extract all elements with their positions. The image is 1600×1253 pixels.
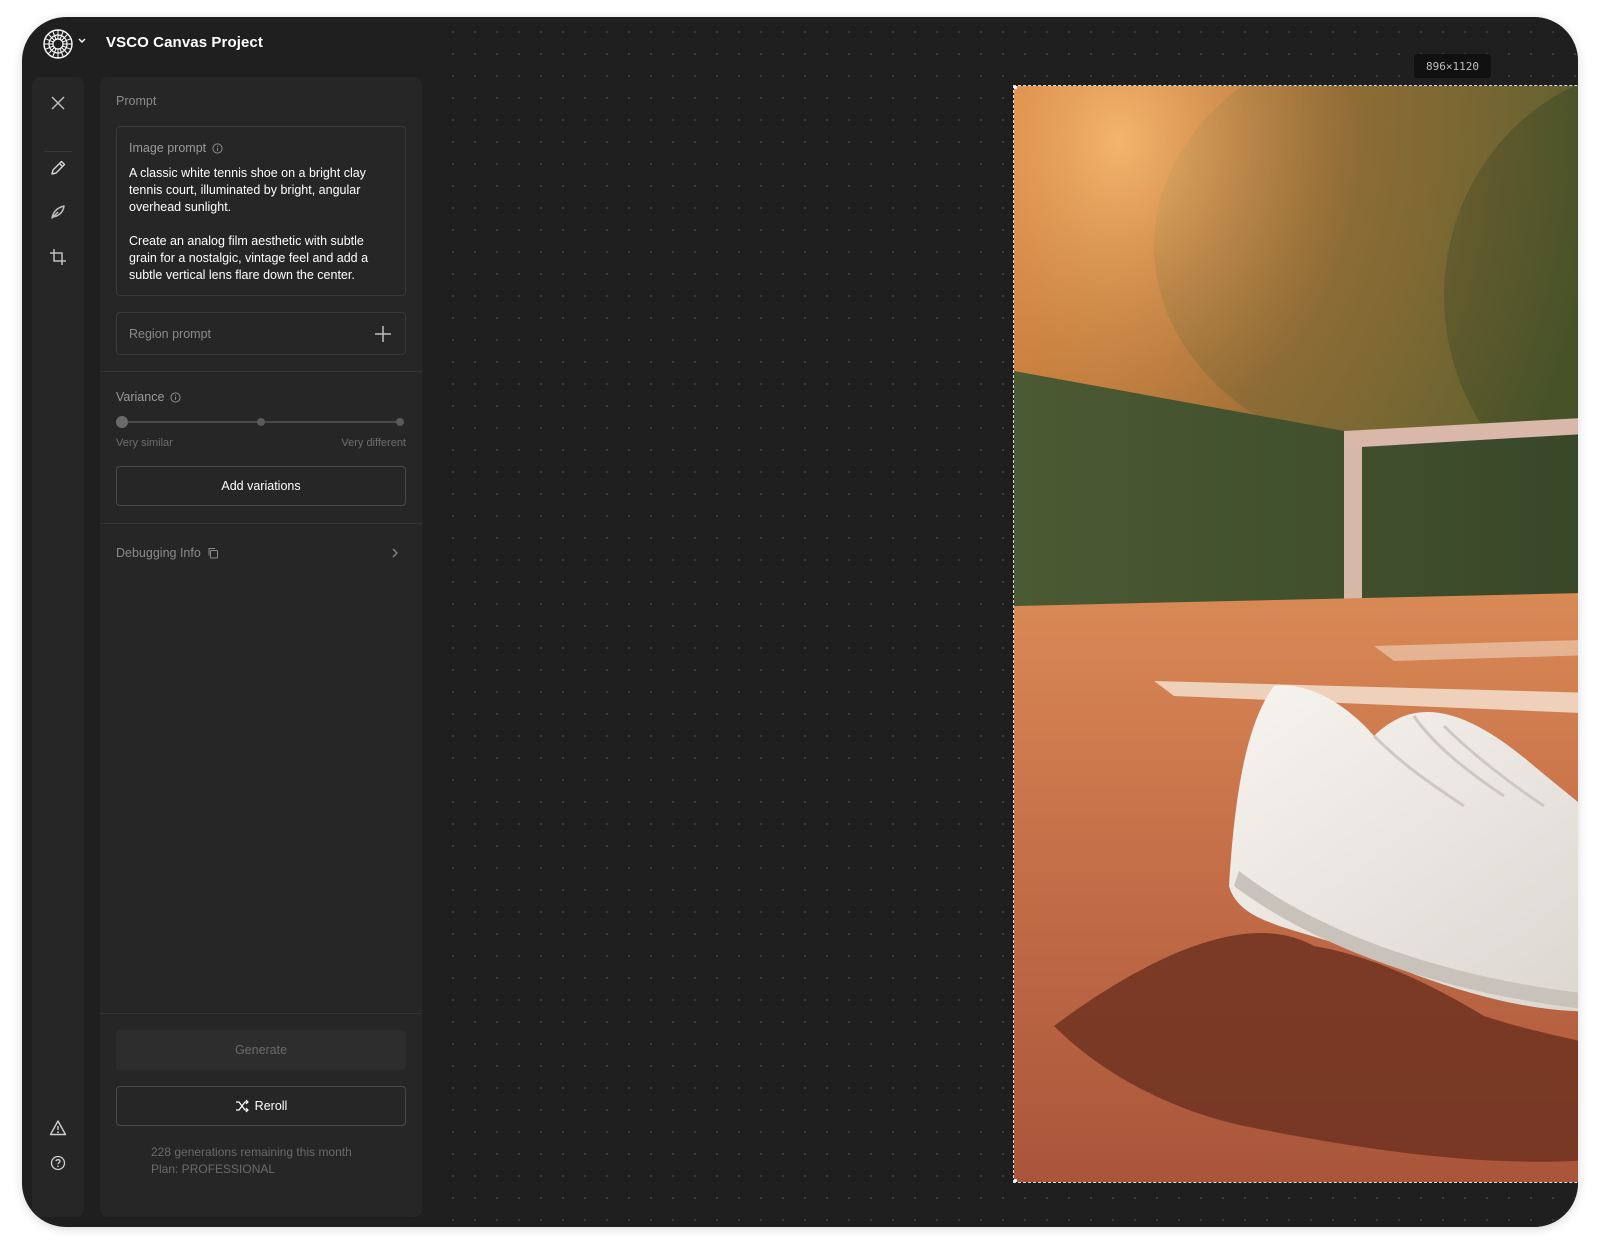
copy-icon[interactable]	[207, 547, 219, 559]
debugging-info-label: Debugging Info	[116, 546, 219, 560]
help-icon	[50, 1155, 66, 1171]
resize-handle[interactable]	[1014, 1179, 1017, 1182]
app-window: VSCO Canvas Project Prompt Image prompt …	[22, 17, 1578, 1227]
image-prompt-field[interactable]: Image prompt A classic white tennis shoe…	[116, 126, 406, 296]
close-button[interactable]	[46, 91, 70, 115]
section-divider	[100, 1013, 422, 1014]
prompt-panel: Prompt Image prompt A classic white tenn…	[100, 77, 422, 1217]
shuffle-icon	[235, 1099, 249, 1113]
rail-divider	[44, 151, 72, 152]
vsco-logo-icon[interactable]	[42, 28, 74, 60]
pencil-tool-button[interactable]	[46, 156, 70, 180]
crop-tool-button[interactable]	[46, 245, 70, 269]
generated-image-artwork	[1014, 86, 1578, 1182]
variance-label: Variance	[116, 390, 182, 404]
section-divider	[100, 523, 422, 524]
add-variations-button[interactable]: Add variations	[116, 466, 406, 506]
info-icon[interactable]	[212, 142, 223, 154]
chevron-down-icon[interactable]	[76, 34, 88, 46]
image-prompt-text[interactable]: A classic white tennis shoe on a bright …	[129, 165, 391, 284]
plan-label: Plan: PROFESSIONAL	[151, 1162, 276, 1176]
region-prompt-label: Region prompt	[129, 327, 211, 341]
app-title: VSCO Canvas Project	[106, 34, 263, 51]
tool-rail	[32, 77, 84, 1217]
brush-icon	[51, 205, 65, 219]
generations-remaining: 228 generations remaining this month	[151, 1145, 352, 1159]
usage-info: 228 generations remaining this month Pla…	[151, 1144, 352, 1178]
variance-min-label: Very similar	[116, 437, 173, 449]
reroll-label: Reroll	[254, 1099, 288, 1113]
variance-slider[interactable]	[116, 415, 406, 429]
chevron-right-icon	[392, 548, 398, 558]
slider-stop[interactable]	[396, 418, 404, 426]
generated-image[interactable]	[1013, 85, 1578, 1183]
canvas-area[interactable]: 896×1120	[434, 17, 1578, 1227]
image-prompt-label: Image prompt	[129, 141, 223, 155]
debugging-info-row[interactable]: Debugging Info	[116, 544, 406, 564]
slider-stop[interactable]	[257, 418, 265, 426]
dimensions-badge: 896×1120	[1414, 54, 1491, 78]
warning-button[interactable]	[46, 1116, 70, 1140]
help-button[interactable]	[46, 1151, 70, 1175]
variance-max-label: Very different	[341, 437, 406, 449]
add-region-icon[interactable]	[373, 324, 393, 344]
close-icon	[51, 96, 65, 110]
brush-tool-button[interactable]	[46, 200, 70, 224]
slider-thumb[interactable]	[116, 416, 128, 428]
section-divider	[100, 371, 422, 372]
info-icon[interactable]	[170, 391, 182, 403]
crop-icon	[50, 249, 66, 265]
pencil-icon	[51, 160, 66, 175]
resize-handle[interactable]	[1014, 86, 1017, 89]
section-title: Prompt	[116, 94, 157, 108]
generate-button[interactable]: Generate	[116, 1030, 406, 1070]
reroll-button[interactable]: Reroll	[116, 1086, 406, 1126]
warning-icon	[49, 1120, 67, 1136]
region-prompt-field[interactable]: Region prompt	[116, 312, 406, 355]
